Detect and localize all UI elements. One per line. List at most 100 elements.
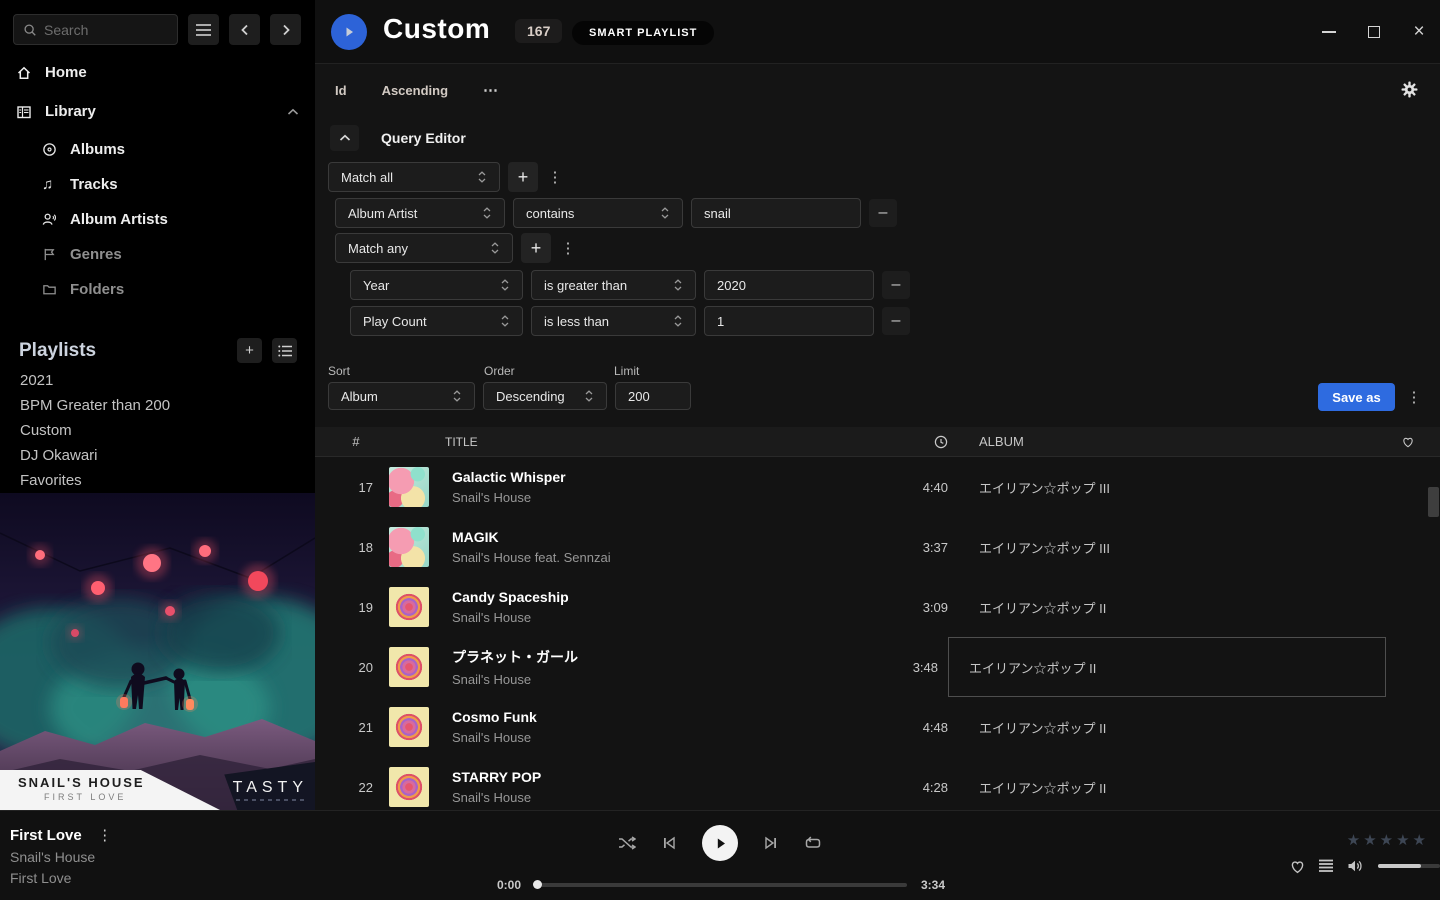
seek-slider[interactable]: [535, 883, 907, 887]
seek-knob[interactable]: [533, 880, 542, 889]
playlist-list-button[interactable]: [272, 338, 297, 363]
match-type-select[interactable]: Match all: [328, 162, 500, 192]
star-icon[interactable]: ★: [1413, 831, 1426, 849]
sidebar-item-genres[interactable]: Genres: [42, 246, 299, 263]
track-artist[interactable]: Snail's House feat. Sennzai: [452, 550, 868, 565]
sidebar-item-album-artists[interactable]: Album Artists: [42, 211, 299, 228]
table-row[interactable]: 21 Cosmo Funk Snail's House 4:48 エイリアン☆ポ…: [315, 697, 1440, 757]
table-row[interactable]: 20 プラネット・ガール Snail's House 3:48 エイリアン☆ポッ…: [315, 637, 1440, 697]
playlist-item[interactable]: 2021: [20, 372, 290, 389]
volume-slider[interactable]: [1378, 864, 1440, 868]
search-input[interactable]: [44, 22, 154, 38]
rule-field-select[interactable]: Album Artist: [335, 198, 505, 228]
sidebar-item-folders[interactable]: Folders: [42, 281, 299, 298]
sort-select[interactable]: Album: [328, 382, 475, 410]
duration-column-header[interactable]: [868, 435, 948, 449]
remove-rule-button[interactable]: –: [869, 199, 897, 227]
queue-button[interactable]: [1317, 857, 1335, 875]
group-match-type-select[interactable]: Match any: [335, 233, 513, 263]
rule-operator-select[interactable]: contains: [513, 198, 683, 228]
playlist-item[interactable]: Custom: [20, 422, 290, 439]
rule-value-input[interactable]: [704, 270, 874, 300]
track-title[interactable]: プラネット・ガール: [452, 647, 858, 667]
order-select[interactable]: Descending: [483, 382, 607, 410]
sidebar-item-library[interactable]: Library: [16, 103, 299, 120]
favorite-column-header[interactable]: [1386, 435, 1430, 448]
rule-group-menu-button[interactable]: ⋮: [546, 162, 564, 192]
rule-field-select[interactable]: Year: [350, 270, 523, 300]
rule-value-input[interactable]: [691, 198, 861, 228]
track-album-focused-cell[interactable]: エイリアン☆ポップ II: [948, 637, 1386, 697]
star-icon[interactable]: ★: [1363, 831, 1376, 849]
track-title[interactable]: Galactic Whisper: [452, 469, 868, 485]
track-album[interactable]: エイリアン☆ポップ III: [948, 517, 1386, 577]
track-artist[interactable]: Snail's House: [452, 730, 868, 745]
star-icon[interactable]: ★: [1396, 831, 1409, 849]
menu-button[interactable]: [188, 14, 219, 45]
scrollbar-thumb[interactable]: [1428, 487, 1439, 517]
track-title[interactable]: STARRY POP: [452, 769, 868, 785]
table-row[interactable]: 22 STARRY POP Snail's House 4:28 エイリアン☆ポ…: [315, 757, 1440, 810]
previous-button[interactable]: [660, 834, 678, 852]
group-menu-button[interactable]: ⋮: [559, 233, 577, 263]
track-artist[interactable]: Snail's House: [452, 610, 868, 625]
maximize-button[interactable]: [1367, 25, 1381, 39]
sort-field-button[interactable]: Id: [335, 83, 347, 98]
track-album[interactable]: エイリアン☆ポップ II: [948, 697, 1386, 757]
remove-rule-button[interactable]: –: [882, 307, 910, 335]
volume-button[interactable]: [1346, 857, 1364, 875]
title-column-header[interactable]: TITLE: [445, 435, 868, 449]
star-icon[interactable]: ★: [1347, 831, 1360, 849]
add-rule-button[interactable]: +: [508, 162, 538, 192]
minimize-button[interactable]: [1322, 25, 1336, 39]
favorite-button[interactable]: [1288, 857, 1306, 875]
track-artist[interactable]: Snail's House: [452, 790, 868, 805]
track-artist[interactable]: Snail's House: [452, 672, 858, 687]
sort-direction-button[interactable]: Ascending: [382, 83, 448, 98]
playlist-item[interactable]: BPM Greater than 200: [20, 397, 290, 414]
chevron-up-icon[interactable]: [287, 108, 299, 116]
repeat-button[interactable]: [804, 834, 822, 852]
close-button[interactable]: ×: [1412, 25, 1426, 39]
search-box[interactable]: [13, 14, 178, 45]
sidebar-item-home[interactable]: Home: [16, 64, 299, 81]
play-playlist-button[interactable]: [331, 14, 367, 50]
rule-operator-select[interactable]: is less than: [531, 306, 696, 336]
playlist-item[interactable]: DJ Okawari: [20, 447, 290, 464]
now-playing-album-art[interactable]: SNAIL'S HOUSE FIRST LOVE TASTY: [0, 493, 315, 810]
add-playlist-button[interactable]: +: [237, 338, 262, 363]
shuffle-button[interactable]: [618, 834, 636, 852]
more-options-icon[interactable]: ⋯: [483, 81, 499, 99]
limit-input[interactable]: [615, 382, 691, 410]
track-artist[interactable]: Snail's House: [452, 490, 868, 505]
add-group-rule-button[interactable]: +: [521, 233, 551, 263]
track-title[interactable]: Candy Spaceship: [452, 589, 868, 605]
save-menu-button[interactable]: ⋮: [1405, 383, 1423, 411]
settings-button[interactable]: [1401, 81, 1418, 103]
rule-value-input[interactable]: [704, 306, 874, 336]
back-button[interactable]: [229, 14, 260, 45]
table-row[interactable]: 17 Galactic Whisper Snail's House 4:40 エ…: [315, 457, 1440, 517]
play-pause-button[interactable]: [702, 825, 738, 861]
track-title[interactable]: Cosmo Funk: [452, 709, 868, 725]
table-row[interactable]: 18 MAGIK Snail's House feat. Sennzai 3:3…: [315, 517, 1440, 577]
save-as-button[interactable]: Save as: [1318, 383, 1395, 411]
playlist-item[interactable]: Favorites: [20, 472, 290, 489]
collapse-query-editor-button[interactable]: [330, 125, 359, 151]
table-row[interactable]: 19 Candy Spaceship Snail's House 3:09 エイ…: [315, 577, 1440, 637]
track-title[interactable]: MAGIK: [452, 529, 868, 545]
number-column-header[interactable]: #: [339, 434, 373, 449]
track-album[interactable]: エイリアン☆ポップ III: [948, 457, 1386, 517]
rule-operator-select[interactable]: is greater than: [531, 270, 696, 300]
sidebar-item-tracks[interactable]: ♫ Tracks: [42, 176, 299, 193]
track-album[interactable]: エイリアン☆ポップ II: [948, 757, 1386, 810]
remove-rule-button[interactable]: –: [882, 271, 910, 299]
forward-button[interactable]: [270, 14, 301, 45]
sidebar-item-albums[interactable]: Albums: [42, 141, 299, 158]
track-album[interactable]: エイリアン☆ポップ II: [948, 577, 1386, 637]
now-playing-album[interactable]: First Love: [10, 870, 114, 886]
star-icon[interactable]: ★: [1380, 831, 1393, 849]
rule-field-select[interactable]: Play Count: [350, 306, 523, 336]
next-button[interactable]: [762, 834, 780, 852]
album-column-header[interactable]: ALBUM: [948, 427, 1386, 456]
